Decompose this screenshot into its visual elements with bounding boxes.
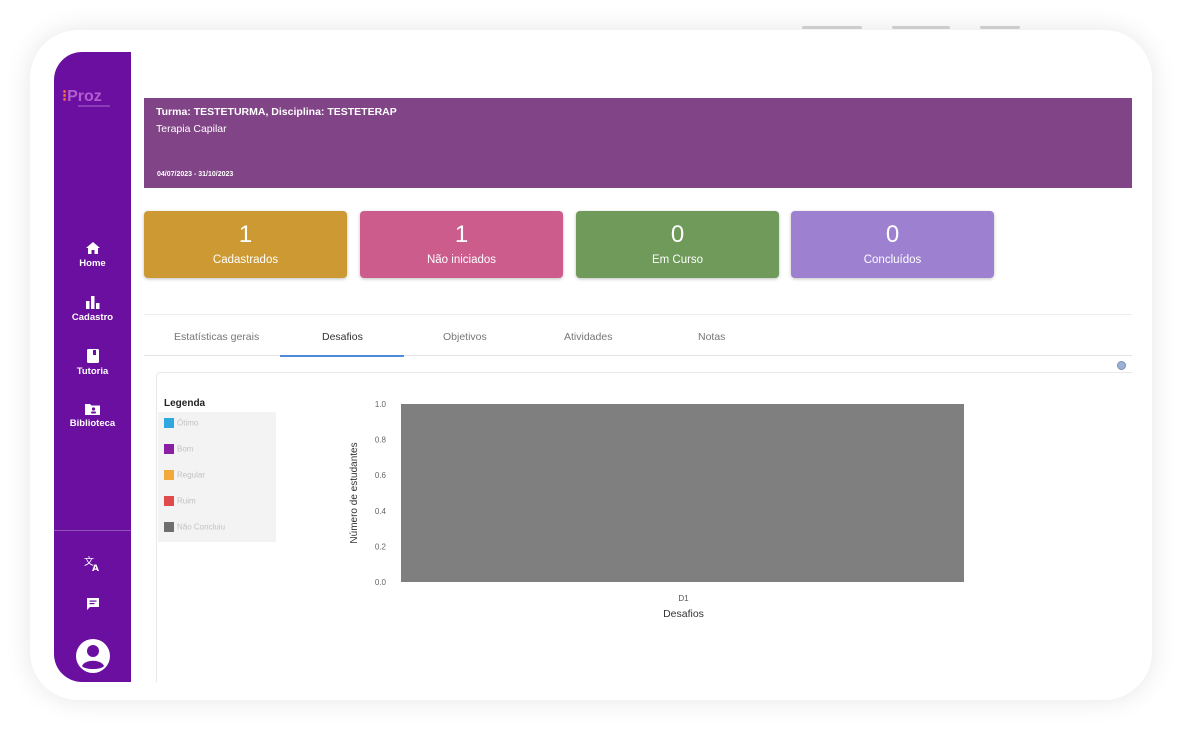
legend-swatch [164,444,174,454]
window-dash [802,26,862,29]
sidebar-item-biblioteca[interactable]: Biblioteca [54,403,131,429]
logo-text: Proz [67,88,102,105]
y-tick-label: 0.2 [375,542,387,551]
legend-item: Não Concluiu [164,522,225,536]
book-icon [86,349,99,363]
stat-label: Concluídos [863,254,922,266]
stat-value: 0 [670,221,685,248]
legend: Ótimo Bom Regular Ruim Não Concluiu [158,412,276,542]
stat-label: Cadastrados [212,254,279,266]
stat-card-cadastrados[interactable]: 1 Cadastrados [144,211,347,278]
window-dash [980,26,1020,29]
legend-swatch [164,418,174,428]
sidebar-item-label: Tutoria [76,366,109,377]
home-icon [85,242,100,254]
legend-label: Ruim [177,496,196,506]
account-button[interactable] [54,638,131,679]
y-tick-label: 0.0 [375,578,387,587]
sidebar-item-label: Biblioteca [69,418,116,429]
stat-label: Em Curso [651,254,704,266]
sidebar-item-cadastro[interactable]: Cadastro [54,296,131,323]
tab-atividades[interactable]: Atividades [564,331,612,343]
bar-chart-icon [85,296,99,309]
y-tick-label: 1.0 [375,400,387,409]
tab-estatisticas-gerais[interactable]: Estatísticas gerais [174,331,259,343]
logo-underline [78,105,110,107]
stat-value: 1 [238,221,253,248]
y-tick-label: 0.6 [375,471,387,480]
tab-notas[interactable]: Notas [698,331,725,343]
stat-card-concluidos[interactable]: 0 Concluídos [791,211,994,278]
stage: ⁝Proz Home Cadastro Tutoria Biblioteca 文… [0,0,1184,736]
tab-bar: Estatísticas gerais Desafios Objetivos A… [144,314,1132,357]
class-subtitle: Terapia Capilar [156,123,227,135]
class-title: Turma: TESTETURMA, Disciplina: TESTETERA… [156,106,397,118]
svg-text:A: A [92,564,99,572]
stat-value: 0 [885,221,900,248]
y-axis-label: Número de estudantes [349,442,360,543]
class-header: Turma: TESTETURMA, Disciplina: TESTETERA… [144,98,1132,188]
legend-item: Bom [164,444,193,458]
chat-button[interactable] [54,597,131,616]
legend-title: Legenda [164,398,206,409]
stat-value: 1 [454,221,469,248]
stat-label: Não iniciados [426,254,497,266]
sidebar-item-label: Cadastro [71,312,114,323]
bar-d1 [401,404,964,582]
legend-label: Regular [177,470,206,480]
desafios-chart: 0.0 0.2 0.4 0.6 0.8 1.0 D1 Desafios Número de es… [349,400,964,620]
sidebar-item-tutoria[interactable]: Tutoria [54,349,131,377]
folder-account-icon [85,404,100,415]
legend-item: Ruim [164,496,196,510]
account-circle-icon [75,639,110,673]
legend-item: Regular [164,470,205,484]
logo[interactable]: ⁝Proz [62,86,110,107]
x-axis-label: Desafios [663,608,704,620]
window-dash [892,26,950,29]
scroll-indicator[interactable] [1117,361,1126,370]
legend-swatch [164,522,174,532]
translate-icon: 文 A [84,555,99,574]
sidebar-item-label: Home [79,258,106,269]
class-dates: 04/07/2023 - 31/10/2023 [157,171,234,178]
stat-card-nao-iniciados[interactable]: 1 Não iniciados [360,211,563,278]
app-screen: ⁝Proz Home Cadastro Tutoria Biblioteca 文… [54,52,1132,682]
stat-card-em-curso[interactable]: 0 Em Curso [576,211,779,278]
x-tick-label: D1 [678,594,689,603]
legend-item: Ótimo [164,418,198,432]
tab-desafios[interactable]: Desafios [322,331,363,343]
y-tick-label: 0.4 [375,507,387,516]
y-tick-label: 0.8 [375,436,387,445]
legend-label: Não Concluiu [177,522,226,532]
chat-icon [86,598,99,610]
sidebar-divider [54,530,131,531]
active-tab-indicator [280,355,404,357]
legend-label: Bom [177,444,194,454]
legend-swatch [164,470,174,480]
sidebar-item-home[interactable]: Home [54,242,131,269]
legend-label: Ótimo [177,418,199,428]
tab-objetivos[interactable]: Objetivos [443,331,487,343]
translate-button[interactable]: 文 A [54,555,131,577]
legend-swatch [164,496,174,506]
sidebar: ⁝Proz Home Cadastro Tutoria Biblioteca 文… [54,52,131,682]
